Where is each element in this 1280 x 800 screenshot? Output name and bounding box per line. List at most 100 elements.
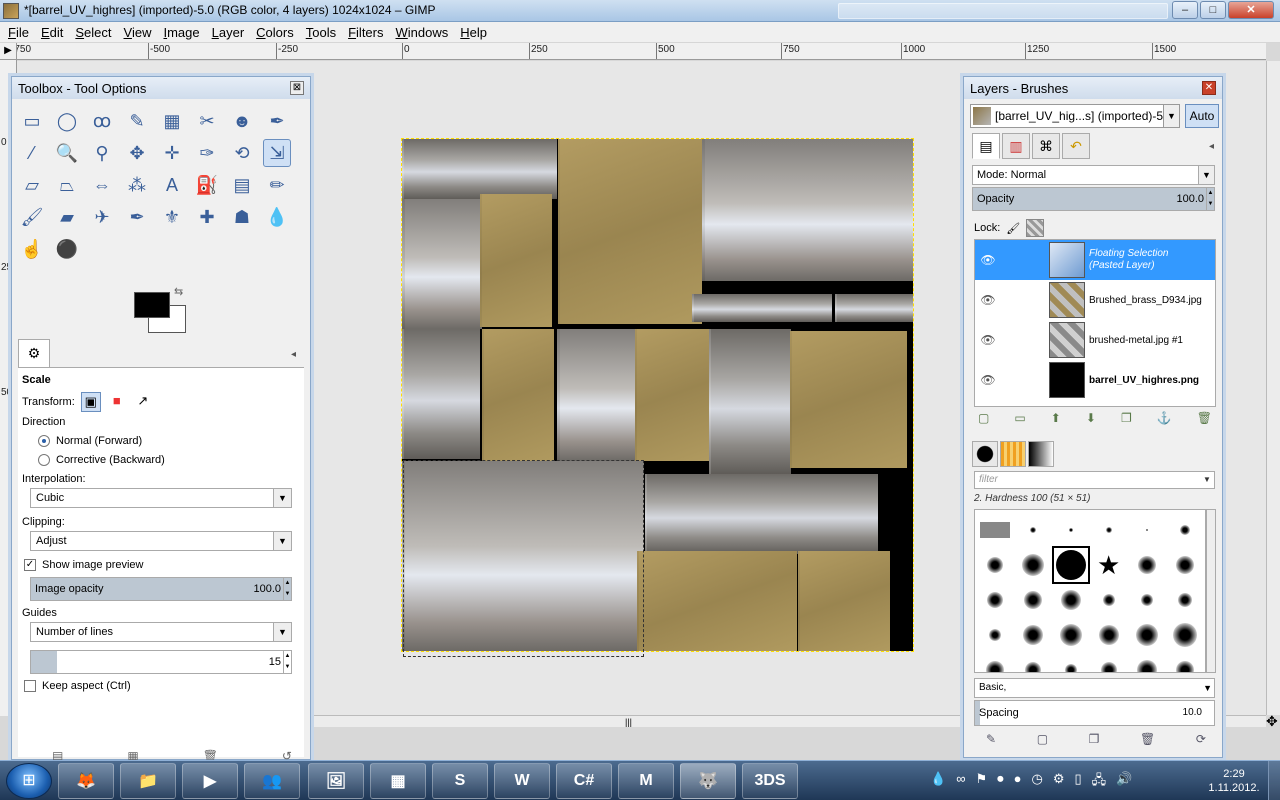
menu-help[interactable]: Help — [454, 25, 493, 40]
layer-row[interactable]: 👁 Brushed_brass_D934.jpg — [975, 280, 1215, 320]
brush-preset-item[interactable] — [1092, 653, 1126, 672]
layers-close-icon[interactable]: ✕ — [1202, 81, 1216, 95]
spin-icon[interactable]: ▲ ▼ — [283, 578, 291, 600]
taskbar-3ds-max-button[interactable]: 3DS — [742, 763, 798, 799]
brush-preset-item[interactable] — [1016, 513, 1050, 547]
close-button[interactable]: ✕ — [1228, 1, 1274, 19]
rect-select-icon[interactable]: ▭ — [18, 107, 46, 135]
brush-preset-item[interactable] — [978, 583, 1012, 617]
dodge-burn-icon[interactable]: ⚫ — [53, 235, 81, 263]
image-opacity-slider[interactable]: Image opacity 100.0 ▲ ▼ — [30, 577, 292, 601]
visibility-eye-icon[interactable]: 👁 — [975, 253, 1001, 267]
radio-icon[interactable] — [38, 435, 50, 447]
brush-filter-input[interactable]: filter ▼ — [974, 471, 1215, 489]
paths-icon[interactable]: ✒ — [263, 107, 291, 135]
navigate-icon[interactable]: ✥ — [1266, 713, 1278, 730]
brush-preset-item[interactable] — [1130, 583, 1164, 617]
brush-preset-item[interactable] — [1016, 583, 1050, 617]
menu-image[interactable]: Image — [157, 25, 205, 40]
chevron-down-icon[interactable]: ▼ — [1163, 105, 1179, 127]
perspective-icon[interactable]: ⏢ — [53, 171, 81, 199]
delete-brush-icon[interactable]: 🗑 — [1140, 732, 1155, 746]
direction-normal-radio[interactable]: Normal (Forward) — [38, 435, 284, 447]
taskbar-csharp-button[interactable]: C# — [556, 763, 612, 799]
brush-preset-item[interactable] — [1092, 513, 1126, 547]
tray-icon[interactable]: ⚙ — [1053, 771, 1065, 793]
raise-layer-icon[interactable]: ⬆ — [1051, 411, 1061, 425]
brush-preset-item[interactable] — [1016, 548, 1050, 582]
layer-row[interactable]: 👁 Floating Selection (Pasted Layer) — [975, 240, 1215, 280]
layer-name[interactable]: Floating Selection (Pasted Layer) — [1089, 248, 1169, 272]
lock-pixels-icon[interactable]: 🖌 — [1006, 222, 1020, 235]
edit-brush-icon[interactable]: ✎ — [986, 732, 996, 746]
taskbar-gimp-button[interactable]: 🐺 — [680, 763, 736, 799]
color-swatches[interactable]: ⇆ — [132, 286, 192, 337]
blend-icon[interactable]: ▤ — [228, 171, 256, 199]
brush-preset-item[interactable]: ★ — [1092, 548, 1126, 582]
chevron-down-icon[interactable]: ▼ — [1198, 166, 1214, 184]
tray-icon[interactable]: 💧 — [930, 771, 946, 793]
brush-preset-item[interactable] — [1016, 618, 1050, 652]
brush-preset-item[interactable] — [1168, 513, 1202, 547]
auto-button[interactable]: Auto — [1185, 104, 1219, 128]
scissors-select-icon[interactable]: ✂ — [193, 107, 221, 135]
menu-layer[interactable]: Layer — [206, 25, 251, 40]
channels-tab-icon[interactable]: ▥ — [1002, 133, 1030, 159]
color-picker-icon[interactable]: ⁄ — [18, 139, 46, 167]
chevron-down-icon[interactable]: ▼ — [273, 532, 291, 550]
text-icon[interactable]: A — [158, 171, 186, 199]
menu-colors[interactable]: Colors — [250, 25, 300, 40]
perspective-clone-icon[interactable]: ☗ — [228, 203, 256, 231]
new-brush-icon[interactable]: ▢ — [1037, 732, 1048, 746]
brush-preset-item[interactable] — [1016, 653, 1050, 672]
spin-icon[interactable]: ▲ ▼ — [1206, 188, 1214, 210]
brush-preset-item[interactable] — [1168, 583, 1202, 617]
tab-menu-icon[interactable]: ◂ — [291, 349, 296, 360]
brush-preset-item[interactable] — [1092, 583, 1126, 617]
ellipse-select-icon[interactable]: ◯ — [53, 107, 81, 135]
chevron-down-icon[interactable]: ▼ — [273, 623, 291, 641]
visibility-eye-icon[interactable]: 👁 — [975, 293, 1001, 307]
new-group-icon[interactable]: ▭ — [1014, 411, 1025, 425]
paths-tab-icon[interactable]: ⌘ — [1032, 133, 1060, 159]
brush-preset-item[interactable] — [1054, 653, 1088, 672]
tray-icon[interactable]: ▯ — [1074, 771, 1081, 793]
show-preview-checkbox[interactable]: ✓ Show image preview — [24, 559, 298, 571]
layer-name[interactable]: brushed-metal.jpg #1 — [1089, 335, 1183, 346]
brush-preset-item[interactable] — [1168, 653, 1202, 672]
foreground-select-icon[interactable]: ☻ — [228, 107, 256, 135]
new-layer-icon[interactable]: ▢ — [978, 411, 989, 425]
brush-preset-select[interactable]: Basic, ▼ — [974, 678, 1215, 698]
align-icon[interactable]: ✛ — [158, 139, 186, 167]
guides-select[interactable]: Number of lines ▼ — [30, 622, 292, 642]
transform-layer-icon[interactable]: ▣ — [80, 392, 101, 412]
ruler-corner-button[interactable]: ▶ — [0, 43, 17, 60]
taskbar-calculator-button[interactable]: ▦ — [370, 763, 426, 799]
start-button[interactable]: ⊞ — [6, 763, 52, 799]
chevron-down-icon[interactable]: ▼ — [1203, 679, 1212, 697]
taskbar-skype-button[interactable]: S — [432, 763, 488, 799]
foreground-color[interactable] — [134, 292, 170, 318]
brushes-tab-icon[interactable] — [972, 441, 998, 467]
layer-opacity-slider[interactable]: Opacity 100.0 ▲ ▼ — [972, 187, 1215, 211]
layers-tab-icon[interactable]: ▤ — [972, 133, 1000, 159]
crop-icon[interactable]: ✑ — [193, 139, 221, 167]
tray-icon[interactable]: ∞ — [956, 771, 965, 793]
menu-file[interactable]: File — [2, 25, 35, 40]
horizontal-ruler[interactable]: -750 -500 -250 0 250 500 750 1000 1250 1… — [17, 43, 1266, 60]
brush-preset-item[interactable] — [1168, 548, 1202, 582]
refresh-brushes-icon[interactable]: ⟳ — [1196, 732, 1206, 746]
brush-preset-item[interactable] — [1130, 548, 1164, 582]
taskbar-word-button[interactable]: W — [494, 763, 550, 799]
layer-name[interactable]: Brushed_brass_D934.jpg — [1089, 295, 1202, 306]
brush-preset-item[interactable] — [978, 548, 1012, 582]
clock[interactable]: 2:29 1.11.2012. — [1204, 767, 1264, 795]
transform-selection-icon[interactable]: ■ — [107, 392, 127, 412]
duplicate-brush-icon[interactable]: ❐ — [1089, 732, 1100, 746]
layer-name[interactable]: barrel_UV_highres.png — [1089, 375, 1199, 386]
show-desktop-button[interactable] — [1268, 761, 1280, 800]
lower-layer-icon[interactable]: ⬇ — [1086, 411, 1096, 425]
tray-icon[interactable]: ⏺ — [997, 771, 1004, 793]
select-by-color-icon[interactable]: ▦ — [158, 107, 186, 135]
menu-select[interactable]: Select — [69, 25, 117, 40]
